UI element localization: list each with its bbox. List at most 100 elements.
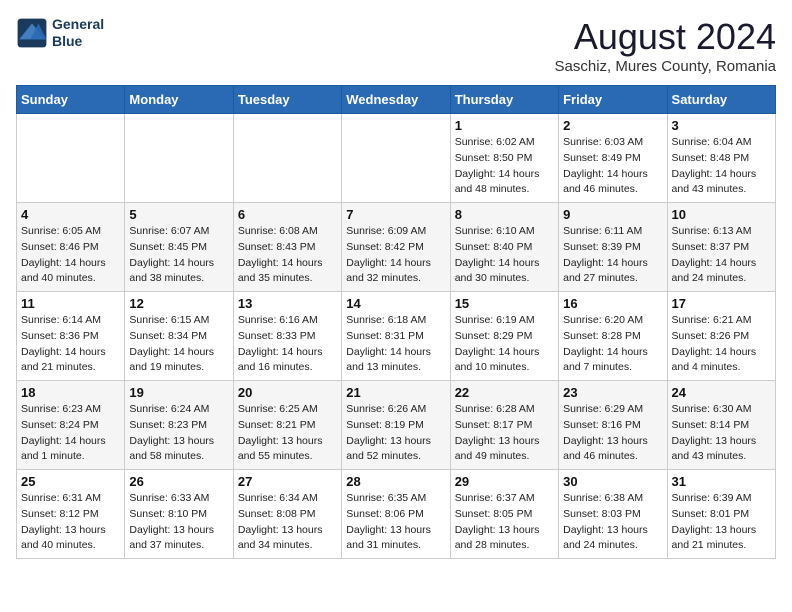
day-number: 21 [346,385,445,400]
day-number: 16 [563,296,662,311]
day-cell: 18Sunrise: 6:23 AM Sunset: 8:24 PM Dayli… [17,381,125,470]
day-cell: 19 Sunrise: 6:24 AM Sunset: 8:23 PM Dayli… [125,381,233,470]
day-cell: 6 Sunrise: 6:08 AM Sunset: 8:43 PM Daylig… [233,203,341,292]
weekday-wednesday: Wednesday [342,86,450,114]
day-info: Sunrise: 6:38 AM Sunset: 8:03 PM Dayligh… [563,491,662,554]
header: General Blue August 2024 Saschiz, Mures … [16,16,776,75]
day-info: Sunrise: 6:30 AM Sunset: 8:14 PM Dayligh… [672,402,771,465]
weekday-row: SundayMondayTuesdayWednesdayThursdayFrid… [17,86,776,114]
day-cell: 15 Sunrise: 6:19 AM Sunset: 8:29 PM Dayli… [450,292,558,381]
day-number: 15 [455,296,554,311]
calendar: SundayMondayTuesdayWednesdayThursdayFrid… [16,85,776,559]
day-cell: 7Sunrise: 6:09 AM Sunset: 8:42 PM Daylig… [342,203,450,292]
day-cell: 11Sunrise: 6:14 AM Sunset: 8:36 PM Dayli… [17,292,125,381]
weekday-monday: Monday [125,86,233,114]
day-cell: 22Sunrise: 6:28 AM Sunset: 8:17 PM Dayli… [450,381,558,470]
title-area: August 2024 Saschiz, Mures County, Roman… [555,16,776,75]
day-cell: 13 Sunrise: 6:16 AM Sunset: 8:33 PM Dayli… [233,292,341,381]
day-number: 19 [129,385,228,400]
day-cell: 8 Sunrise: 6:10 AM Sunset: 8:40 PM Daylig… [450,203,558,292]
day-info: Sunrise: 6:16 AM Sunset: 8:33 PM Dayligh… [238,313,337,376]
day-cell: 23 Sunrise: 6:29 AM Sunset: 8:16 PM Dayli… [559,381,667,470]
day-cell: 31 Sunrise: 6:39 AM Sunset: 8:01 PM Dayli… [667,470,775,559]
day-number: 9 [563,207,662,222]
day-info: Sunrise: 6:13 AM Sunset: 8:37 PM Dayligh… [672,224,771,287]
day-cell: 24 Sunrise: 6:30 AM Sunset: 8:14 PM Dayli… [667,381,775,470]
week-row-1: 1 Sunrise: 6:02 AM Sunset: 8:50 PM Daylig… [17,114,776,203]
day-cell: 3Sunrise: 6:04 AM Sunset: 8:48 PM Daylig… [667,114,775,203]
day-cell: 4 Sunrise: 6:05 AM Sunset: 8:46 PM Daylig… [17,203,125,292]
weekday-sunday: Sunday [17,86,125,114]
day-info: Sunrise: 6:25 AM Sunset: 8:21 PM Dayligh… [238,402,337,465]
day-number: 17 [672,296,771,311]
day-info: Sunrise: 6:26 AM Sunset: 8:19 PM Dayligh… [346,402,445,465]
day-cell [342,114,450,203]
week-row-4: 18Sunrise: 6:23 AM Sunset: 8:24 PM Dayli… [17,381,776,470]
day-info: Sunrise: 6:20 AM Sunset: 8:28 PM Dayligh… [563,313,662,376]
page-subtitle: Saschiz, Mures County, Romania [555,58,776,75]
day-info: Sunrise: 6:15 AM Sunset: 8:34 PM Dayligh… [129,313,228,376]
day-number: 4 [21,207,120,222]
day-number: 31 [672,474,771,489]
day-number: 14 [346,296,445,311]
day-cell: 29 Sunrise: 6:37 AM Sunset: 8:05 PM Dayli… [450,470,558,559]
day-number: 10 [672,207,771,222]
week-row-5: 25 Sunrise: 6:31 AM Sunset: 8:12 PM Dayli… [17,470,776,559]
day-cell [125,114,233,203]
day-number: 27 [238,474,337,489]
day-info: Sunrise: 6:28 AM Sunset: 8:17 PM Dayligh… [455,402,554,465]
day-info: Sunrise: 6:19 AM Sunset: 8:29 PM Dayligh… [455,313,554,376]
day-cell: 28 Sunrise: 6:35 AM Sunset: 8:06 PM Dayli… [342,470,450,559]
day-number: 12 [129,296,228,311]
weekday-tuesday: Tuesday [233,86,341,114]
day-info: Sunrise: 6:04 AM Sunset: 8:48 PM Dayligh… [672,135,771,198]
day-info: Sunrise: 6:39 AM Sunset: 8:01 PM Dayligh… [672,491,771,554]
day-cell: 10 Sunrise: 6:13 AM Sunset: 8:37 PM Dayli… [667,203,775,292]
day-info: Sunrise: 6:21 AM Sunset: 8:26 PM Dayligh… [672,313,771,376]
day-number: 2 [563,118,662,133]
day-number: 20 [238,385,337,400]
day-cell: 16 Sunrise: 6:20 AM Sunset: 8:28 PM Dayli… [559,292,667,381]
day-cell: 12 Sunrise: 6:15 AM Sunset: 8:34 PM Dayli… [125,292,233,381]
day-cell [17,114,125,203]
day-info: Sunrise: 6:02 AM Sunset: 8:50 PM Dayligh… [455,135,554,198]
day-cell: 14 Sunrise: 6:18 AM Sunset: 8:31 PM Dayli… [342,292,450,381]
day-info: Sunrise: 6:34 AM Sunset: 8:08 PM Dayligh… [238,491,337,554]
day-cell: 25 Sunrise: 6:31 AM Sunset: 8:12 PM Dayli… [17,470,125,559]
day-number: 29 [455,474,554,489]
day-number: 26 [129,474,228,489]
day-cell: 1 Sunrise: 6:02 AM Sunset: 8:50 PM Daylig… [450,114,558,203]
page-title: August 2024 [555,16,776,58]
day-info: Sunrise: 6:08 AM Sunset: 8:43 PM Dayligh… [238,224,337,287]
week-row-3: 11Sunrise: 6:14 AM Sunset: 8:36 PM Dayli… [17,292,776,381]
day-number: 23 [563,385,662,400]
day-info: Sunrise: 6:29 AM Sunset: 8:16 PM Dayligh… [563,402,662,465]
weekday-thursday: Thursday [450,86,558,114]
logo-line2: Blue [52,33,104,50]
logo: General Blue [16,16,104,50]
day-number: 28 [346,474,445,489]
day-number: 24 [672,385,771,400]
day-cell: 30Sunrise: 6:38 AM Sunset: 8:03 PM Dayli… [559,470,667,559]
day-info: Sunrise: 6:35 AM Sunset: 8:06 PM Dayligh… [346,491,445,554]
day-number: 13 [238,296,337,311]
day-number: 8 [455,207,554,222]
day-cell: 9Sunrise: 6:11 AM Sunset: 8:39 PM Daylig… [559,203,667,292]
day-info: Sunrise: 6:10 AM Sunset: 8:40 PM Dayligh… [455,224,554,287]
day-number: 6 [238,207,337,222]
day-info: Sunrise: 6:18 AM Sunset: 8:31 PM Dayligh… [346,313,445,376]
day-number: 25 [21,474,120,489]
day-info: Sunrise: 6:37 AM Sunset: 8:05 PM Dayligh… [455,491,554,554]
day-cell: 17 Sunrise: 6:21 AM Sunset: 8:26 PM Dayli… [667,292,775,381]
day-info: Sunrise: 6:31 AM Sunset: 8:12 PM Dayligh… [21,491,120,554]
day-cell: 27 Sunrise: 6:34 AM Sunset: 8:08 PM Dayli… [233,470,341,559]
day-info: Sunrise: 6:33 AM Sunset: 8:10 PM Dayligh… [129,491,228,554]
day-info: Sunrise: 6:05 AM Sunset: 8:46 PM Dayligh… [21,224,120,287]
weekday-saturday: Saturday [667,86,775,114]
day-info: Sunrise: 6:23 AM Sunset: 8:24 PM Dayligh… [21,402,120,465]
day-info: Sunrise: 6:24 AM Sunset: 8:23 PM Dayligh… [129,402,228,465]
day-number: 7 [346,207,445,222]
day-number: 1 [455,118,554,133]
day-number: 5 [129,207,228,222]
day-cell: 26 Sunrise: 6:33 AM Sunset: 8:10 PM Dayli… [125,470,233,559]
